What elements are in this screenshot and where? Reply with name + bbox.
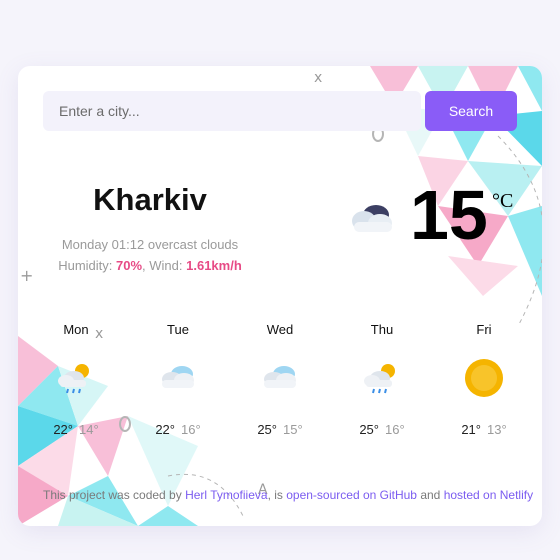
search-form: Search — [43, 91, 517, 131]
cloud-icon — [162, 366, 194, 388]
forecast-temps: 21° 13° — [433, 422, 535, 437]
forecast-day: Tue 22° 16° — [127, 320, 229, 450]
current-description: overcast clouds — [147, 237, 239, 252]
wind-value: 1.61km/h — [186, 258, 242, 273]
forecast-min-temp: 13° — [487, 422, 507, 437]
sun-icon — [465, 359, 503, 397]
city-name: Kharkiv — [93, 182, 207, 217]
forecast-day-name: Thu — [370, 322, 394, 337]
github-link[interactable]: open-sourced on GitHub — [286, 488, 417, 502]
forecast-day: Thu 25° 16° — [331, 320, 433, 450]
temperature-unit: °C — [492, 190, 514, 212]
current-details: Monday 01:12 overcast clouds — [18, 237, 282, 252]
sun-cloud-rain-icon — [364, 364, 395, 394]
svg-text:x: x — [314, 70, 322, 86]
forecast-day: Mon 22° 14° — [25, 320, 127, 450]
forecast-max-temp: 22° — [155, 422, 175, 437]
current-conditions: Humidity: 70%, Wind: 1.61km/h — [18, 258, 282, 273]
netlify-link[interactable]: hosted on Netlify — [444, 488, 533, 502]
forecast-temps: 22° 14° — [25, 422, 127, 437]
footer: This project was coded by Herl Tymofiiev… — [43, 488, 533, 502]
forecast: Mon 22° 14° Tue 22° 16° Wed 25° 15° Thu … — [25, 320, 535, 450]
forecast-min-temp: 16° — [181, 422, 201, 437]
cloud-icon — [264, 366, 296, 388]
footer-text: , is — [267, 488, 287, 502]
forecast-temps: 25° 15° — [229, 422, 331, 437]
forecast-min-temp: 15° — [283, 422, 303, 437]
footer-text: and — [416, 488, 444, 502]
forecast-temps: 22° 16° — [127, 422, 229, 437]
forecast-min-temp: 14° — [79, 422, 99, 437]
forecast-day-name: Tue — [167, 322, 189, 337]
author-link[interactable]: Herl Tymofiieva — [185, 488, 267, 502]
current-temperature: 15 — [410, 176, 488, 254]
forecast-day-name: Fri — [476, 322, 492, 337]
cloud-icon — [352, 205, 392, 232]
forecast-day-name: Mon — [63, 322, 89, 337]
city-search-input[interactable] — [43, 91, 421, 131]
forecast-temps: 25° 16° — [331, 422, 433, 437]
current-datetime: Monday 01:12 — [61, 237, 145, 252]
humidity-value: 70% — [116, 258, 143, 273]
background-decoration: x x + A — [18, 66, 542, 526]
forecast-max-temp: 25° — [359, 422, 379, 437]
humidity-label: Humidity: — [58, 258, 117, 273]
weather-card: x x + A Search Kharkiv Monday 01:12 over… — [18, 66, 542, 526]
forecast-day: Fri 21° 13° — [433, 320, 535, 450]
forecast-max-temp: 22° — [53, 422, 73, 437]
footer-text: This project was coded by — [43, 488, 186, 502]
forecast-min-temp: 16° — [385, 422, 405, 437]
forecast-max-temp: 25° — [257, 422, 277, 437]
forecast-day: Wed 25° 15° — [229, 320, 331, 450]
forecast-day-name: Wed — [266, 322, 294, 337]
forecast-max-temp: 21° — [461, 422, 481, 437]
search-button[interactable]: Search — [425, 91, 517, 131]
sun-cloud-rain-icon — [58, 364, 89, 394]
wind-label: , Wind: — [142, 258, 187, 273]
